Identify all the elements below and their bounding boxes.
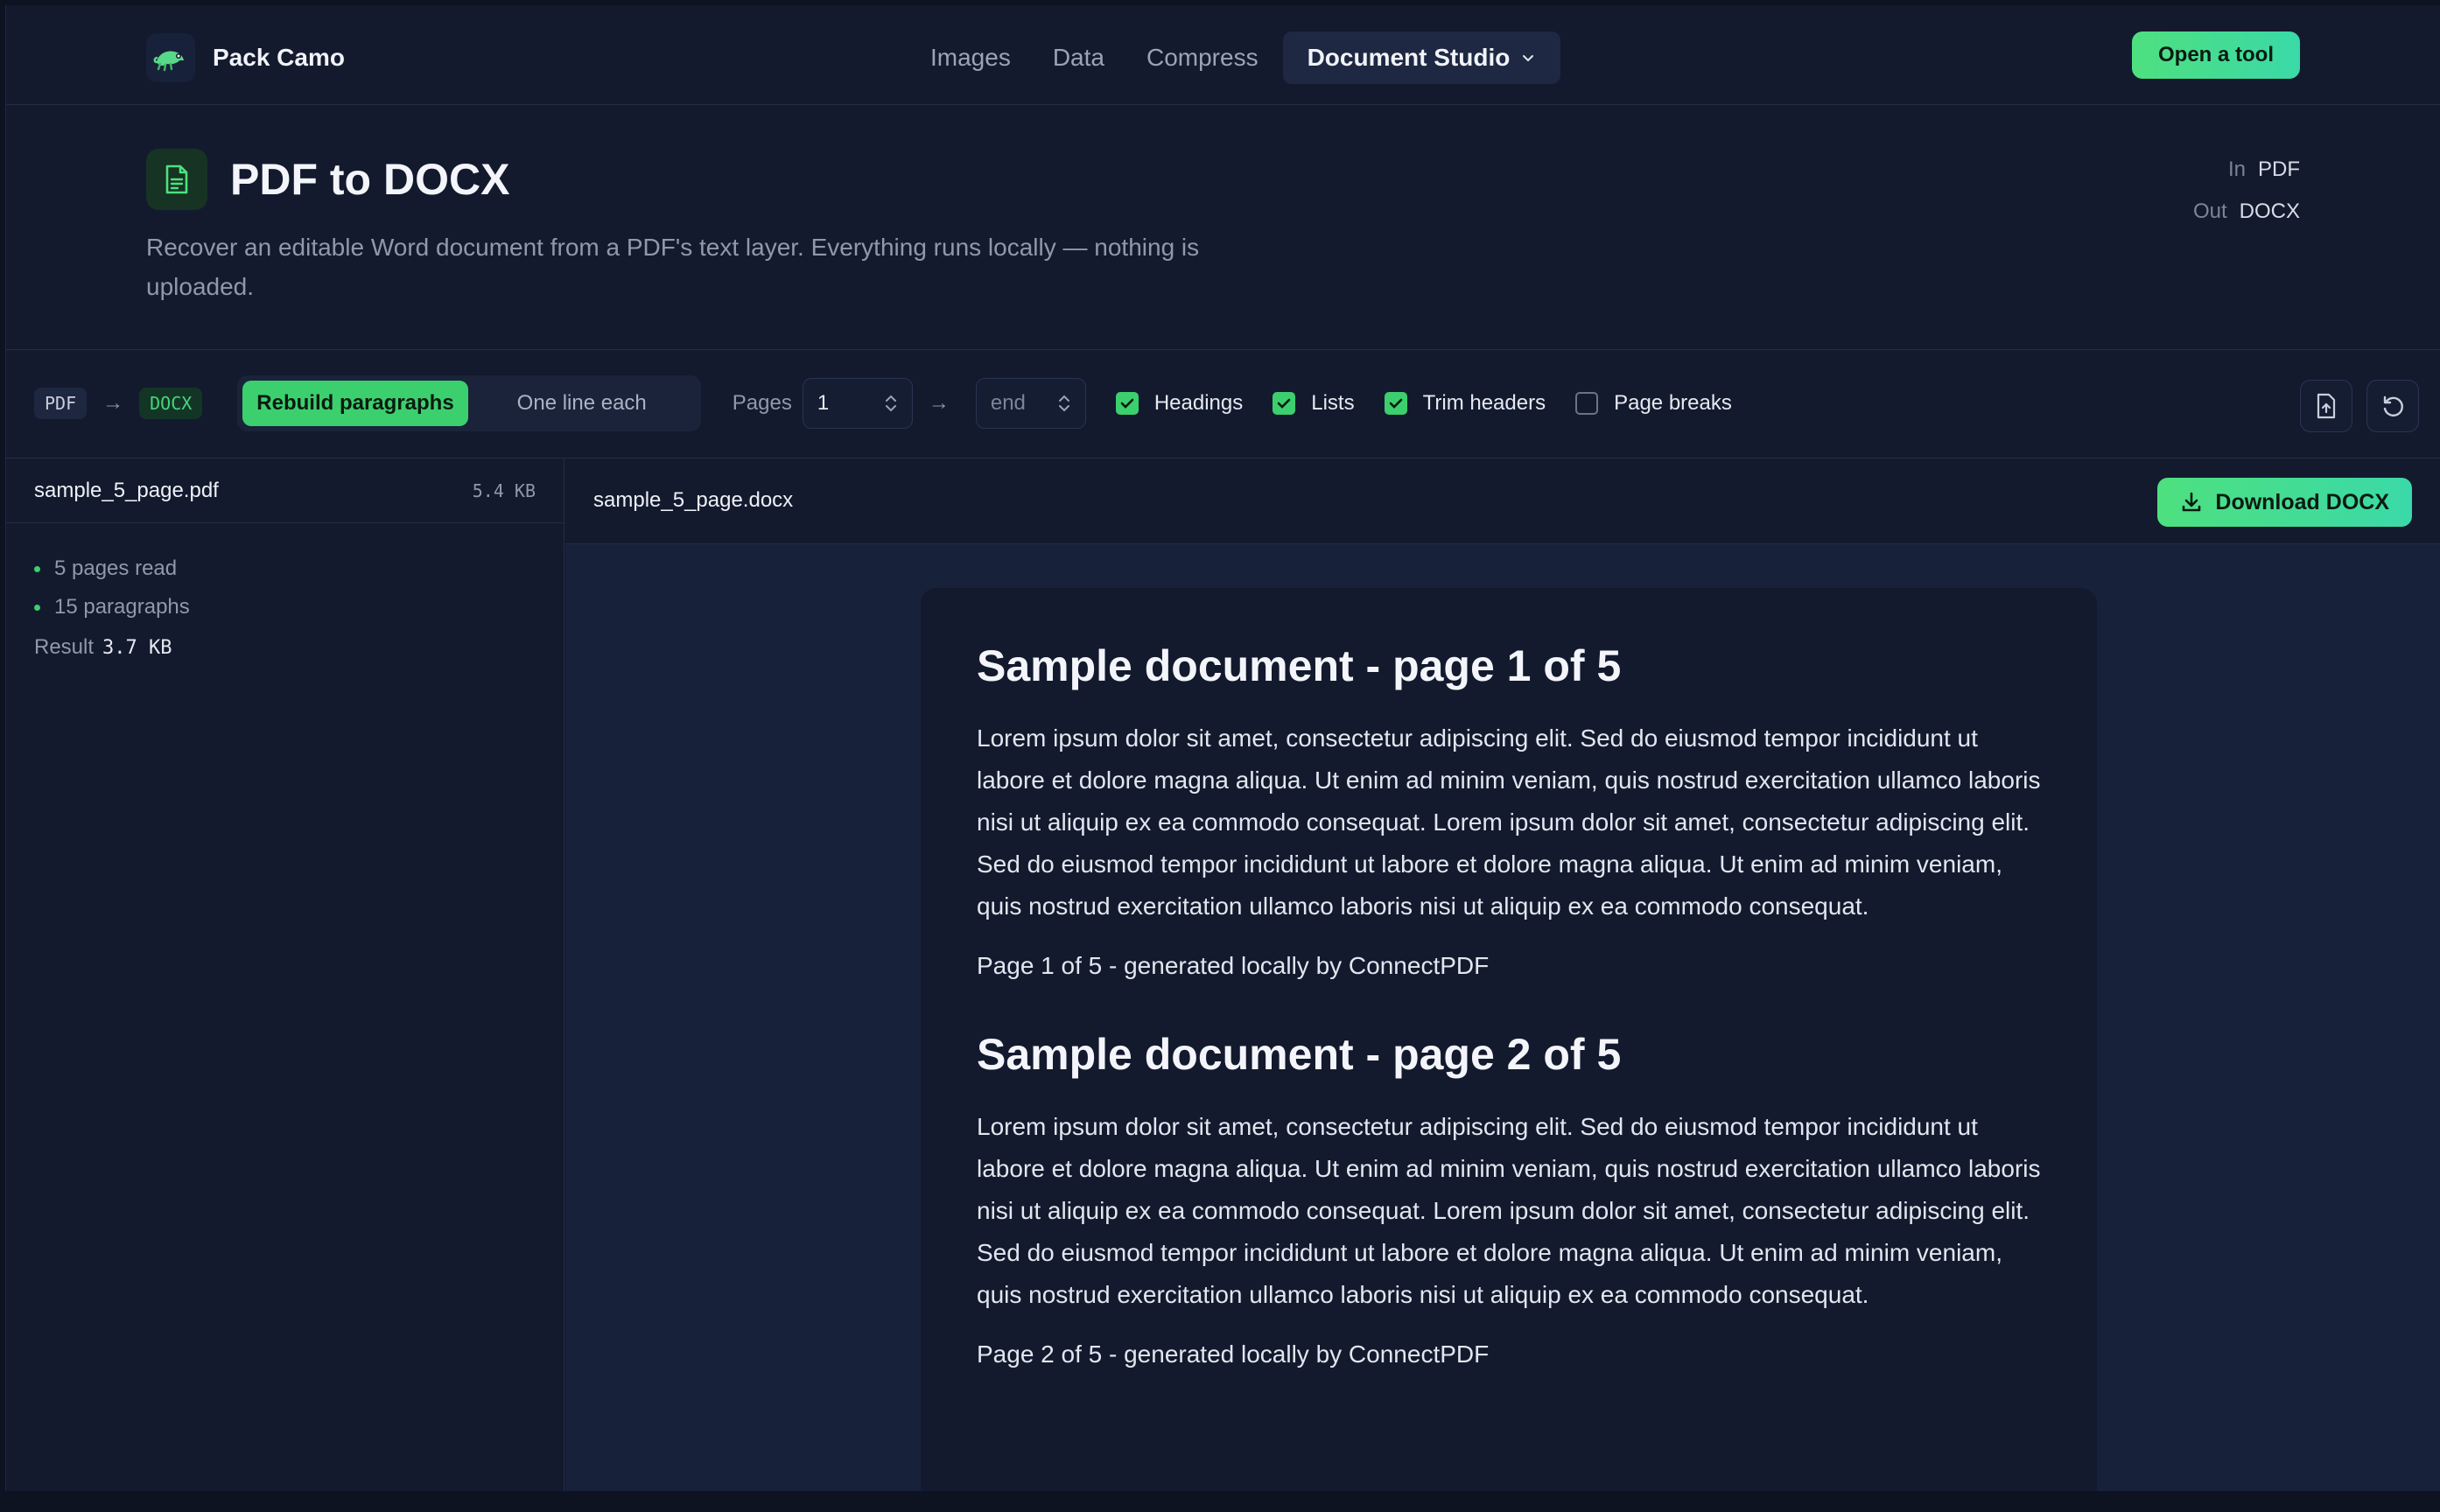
page-start-input[interactable]: 1 [802, 378, 913, 429]
output-file-header: sample_5_page.docx Download DOCX [565, 458, 2440, 544]
source-file-size: 5.4 KB [472, 480, 536, 501]
list-item: 15 paragraphs [34, 588, 536, 626]
reset-icon [2383, 396, 2403, 416]
pages-read-stat: 5 pages read [54, 556, 178, 580]
paragraphs-stat: 15 paragraphs [54, 595, 190, 619]
stepper-icon[interactable] [1057, 392, 1071, 415]
page-breaks-checkbox[interactable]: Page breaks [1575, 391, 1732, 416]
lists-label: Lists [1311, 391, 1355, 415]
section-heading: Sample document - page 1 of 5 [977, 641, 1622, 690]
section-heading: Sample document - page 2 of 5 [977, 1030, 1622, 1079]
checkbox-checked-icon[interactable] [1115, 392, 1139, 415]
nav-link-compress[interactable]: Compress [1129, 32, 1276, 84]
checkbox-unchecked-icon[interactable] [1575, 392, 1599, 415]
paragraph-mode-toggle: Rebuild paragraphs One line each [237, 375, 701, 431]
page-start-value: 1 [817, 391, 830, 415]
download-docx-label: Download DOCX [2215, 489, 2389, 514]
reset-button[interactable] [2366, 380, 2419, 432]
source-format-chip: PDF [34, 388, 88, 419]
output-format-label: Out [2192, 200, 2227, 223]
stepper-icon[interactable] [884, 392, 898, 415]
upload-file-button[interactable] [2300, 380, 2352, 432]
headings-label: Headings [1153, 391, 1244, 415]
rebuild-paragraphs-option[interactable]: Rebuild paragraphs [242, 381, 468, 426]
section-footer: Page 2 of 5 - generated locally by Conne… [977, 1340, 1490, 1368]
page-header: PDF to DOCX Recover an editable Word doc… [6, 105, 2440, 350]
options-toolbar: PDF → DOCX Rebuild paragraphs One line e… [6, 350, 2440, 458]
document-page-section: Sample document - page 2 of 5 Lorem ipsu… [977, 1029, 2041, 1376]
pages-label: Pages [732, 391, 792, 415]
chevron-down-icon [1523, 55, 1534, 62]
download-docx-button[interactable]: Download DOCX [2157, 478, 2412, 527]
window-bottom-edge [0, 1491, 2440, 1512]
brand-name: Pack Camo [213, 44, 345, 71]
source-file-name: sample_5_page.pdf [34, 478, 219, 502]
result-value: 3.7 KB [102, 637, 172, 659]
section-body: Lorem ipsum dolor sit amet, consectetur … [977, 1113, 2041, 1308]
bullet-icon [34, 565, 40, 572]
input-format-value: PDF [2258, 158, 2300, 181]
arrow-right-icon: → [928, 391, 950, 415]
checkbox-checked-icon[interactable] [1384, 392, 1407, 415]
checkbox-checked-icon[interactable] [1273, 392, 1296, 415]
page-title: PDF to DOCX [230, 155, 510, 204]
output-format-value: DOCX [2239, 200, 2300, 223]
document-icon [146, 149, 207, 210]
page-breaks-label: Page breaks [1614, 391, 1732, 415]
document-page-section: Sample document - page 1 of 5 Lorem ipsu… [977, 640, 2041, 987]
output-file-name: sample_5_page.docx [593, 488, 794, 512]
lists-checkbox[interactable]: Lists [1273, 391, 1355, 416]
file-upload-icon [2317, 393, 2336, 419]
page-description: Recover an editable Word document from a… [146, 234, 1200, 300]
input-format-label: In [2227, 158, 2246, 181]
list-item: 5 pages read [34, 550, 536, 588]
section-footer: Page 1 of 5 - generated locally by Conne… [977, 952, 1490, 979]
format-summary: In PDF Out DOCX [2193, 149, 2300, 233]
result-label: Result [34, 635, 95, 659]
open-a-tool-button[interactable]: Open a tool [2132, 32, 2300, 79]
page-end-input[interactable]: end [975, 378, 1086, 429]
app-window: Pack Camo Images Data Compress Document … [5, 5, 2440, 1491]
document-preview: Sample document - page 1 of 5 Lorem ipsu… [921, 588, 2097, 1491]
headings-checkbox[interactable]: Headings [1115, 391, 1244, 416]
nav-link-document-studio[interactable]: Document Studio [1282, 32, 1561, 84]
top-nav: Pack Camo Images Data Compress Document … [6, 5, 2440, 105]
target-format-chip: DOCX [139, 388, 203, 419]
bullet-icon [34, 604, 40, 611]
conversion-stats: 5 pages read 15 paragraphs Result 3.7 KB [6, 523, 564, 660]
nav-link-document-studio-label: Document Studio [1307, 44, 1511, 71]
download-icon [2183, 492, 2201, 512]
nav-link-data[interactable]: Data [1035, 32, 1122, 84]
source-file-header: sample_5_page.pdf 5.4 KB [6, 458, 564, 523]
source-file-panel: sample_5_page.pdf 5.4 KB 5 pages read 15… [6, 458, 564, 1491]
output-preview-panel: sample_5_page.docx Download DOCX Sample … [565, 458, 2440, 1491]
result-size: Result 3.7 KB [34, 635, 536, 660]
trim-headers-label: Trim headers [1422, 391, 1546, 415]
main-nav: Images Data Compress Document Studio [913, 32, 1561, 84]
brand[interactable]: Pack Camo [146, 33, 345, 82]
chameleon-logo-icon [146, 33, 195, 82]
section-body: Lorem ipsum dolor sit amet, consectetur … [977, 724, 2041, 920]
one-line-each-option[interactable]: One line each [468, 381, 696, 426]
trim-headers-checkbox[interactable]: Trim headers [1384, 391, 1546, 416]
nav-link-images[interactable]: Images [913, 32, 1028, 84]
arrow-right-icon: → [102, 391, 124, 415]
page-end-placeholder: end [990, 391, 1026, 415]
